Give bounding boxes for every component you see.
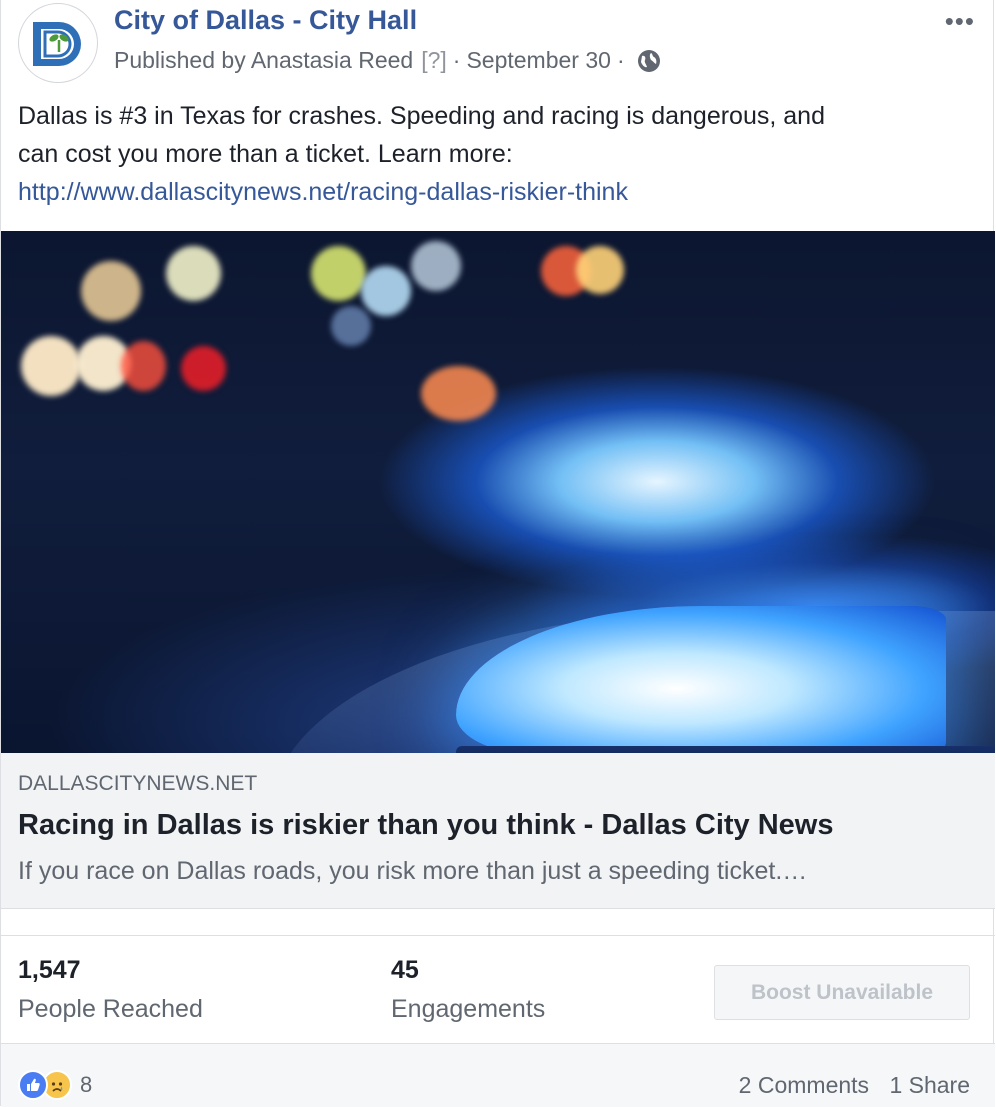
bokeh-light bbox=[81, 261, 141, 321]
post-insights: 1,547 People Reached 45 Engagements Boos… bbox=[1, 935, 995, 1044]
people-reached-value: 1,547 bbox=[18, 956, 81, 984]
post-text-line: Dallas is #3 in Texas for crashes. Speed… bbox=[18, 102, 825, 130]
bokeh-light bbox=[311, 246, 366, 301]
meta-separator: · bbox=[452, 47, 461, 73]
post-date-link[interactable]: September 30 bbox=[466, 47, 610, 74]
post-footer: 8 2 Comments 1 Share bbox=[1, 1043, 995, 1107]
page-name-link[interactable]: City of Dallas - City Hall bbox=[114, 5, 417, 36]
shares-count-link[interactable]: 1 Share bbox=[889, 1072, 970, 1098]
comment-share-counts: 2 Comments 1 Share bbox=[739, 1072, 970, 1099]
bokeh-light bbox=[411, 241, 461, 291]
bokeh-light bbox=[361, 266, 411, 316]
more-options-icon[interactable]: ••• bbox=[945, 6, 975, 37]
bokeh-light bbox=[576, 246, 624, 294]
engagements-stat[interactable]: 45 Engagements bbox=[391, 956, 545, 1024]
help-marker[interactable]: [?] bbox=[421, 47, 447, 74]
globe-icon[interactable] bbox=[637, 49, 661, 73]
dallas-logo-icon bbox=[33, 22, 81, 66]
link-description: If you race on Dallas roads, you risk mo… bbox=[18, 857, 808, 885]
bokeh-light bbox=[166, 246, 221, 301]
engagements-value: 45 bbox=[391, 956, 419, 984]
like-reaction-icon bbox=[18, 1070, 48, 1100]
meta-separator: · bbox=[616, 47, 625, 73]
bokeh-light bbox=[121, 341, 166, 391]
police-lightbar-shape bbox=[456, 606, 946, 753]
comments-count-link[interactable]: 2 Comments bbox=[739, 1072, 869, 1098]
post-url-link[interactable]: http://www.dallascitynews.net/racing-dal… bbox=[18, 173, 968, 211]
bokeh-light bbox=[21, 336, 81, 396]
post-meta: Published by Anastasia Reed [?] · Septem… bbox=[114, 47, 661, 74]
link-preview-box[interactable]: DALLASCITYNEWS.NET Racing in Dallas is r… bbox=[1, 753, 995, 909]
people-reached-stat[interactable]: 1,547 People Reached bbox=[18, 956, 203, 1024]
page-avatar[interactable] bbox=[18, 3, 98, 83]
lightbar-base-shape bbox=[456, 746, 995, 753]
post-header: City of Dallas - City Hall Published by … bbox=[1, 0, 993, 90]
post-text: Dallas is #3 in Texas for crashes. Speed… bbox=[18, 97, 968, 211]
facebook-post: City of Dallas - City Hall Published by … bbox=[0, 0, 995, 1107]
bokeh-light bbox=[421, 366, 496, 421]
published-by-text: Published by Anastasia Reed bbox=[114, 47, 414, 73]
link-preview-image[interactable] bbox=[1, 231, 995, 753]
boost-unavailable-button[interactable]: Boost Unavailable bbox=[714, 965, 970, 1020]
people-reached-label: People Reached bbox=[18, 995, 203, 1023]
bokeh-light bbox=[181, 346, 226, 391]
post-text-line: can cost you more than a ticket. Learn m… bbox=[18, 140, 513, 168]
link-title[interactable]: Racing in Dallas is riskier than you thi… bbox=[18, 809, 833, 842]
link-domain: DALLASCITYNEWS.NET bbox=[18, 772, 258, 795]
engagements-label: Engagements bbox=[391, 995, 546, 1023]
bokeh-light bbox=[331, 306, 371, 346]
reactions-summary[interactable]: 8 bbox=[18, 1070, 92, 1100]
reaction-count: 8 bbox=[80, 1072, 93, 1097]
